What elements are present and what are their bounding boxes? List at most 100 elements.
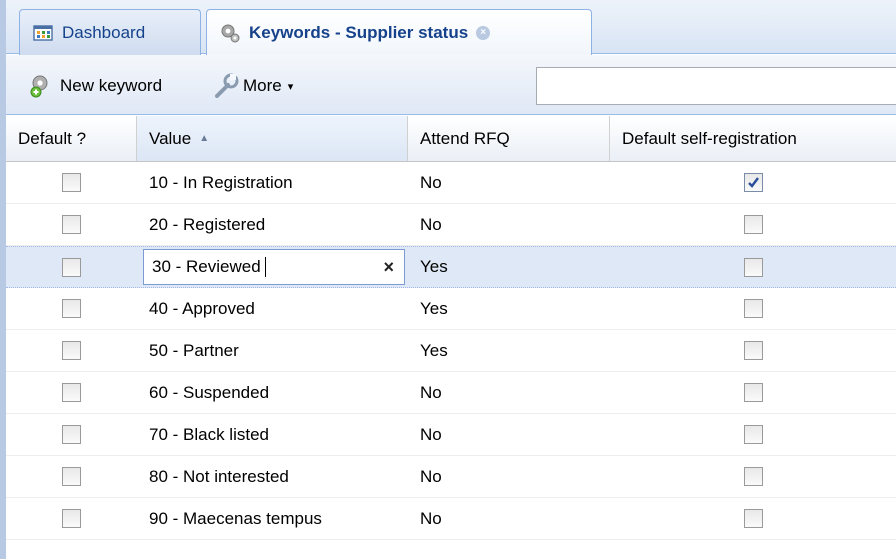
sort-ascending-icon: ▲: [199, 133, 210, 144]
attend-rfq-cell[interactable]: No: [408, 204, 610, 245]
chevron-down-icon: ▾: [287, 80, 294, 93]
attend-rfq-cell[interactable]: Yes: [408, 247, 610, 287]
app-window: Dashboard Keywords - Supplier status × N…: [0, 0, 896, 559]
value-text: 90 - Maecenas tempus: [149, 508, 322, 528]
value-text: 40 - Approved: [149, 298, 255, 318]
table-row[interactable]: 80 - Not interested No: [6, 456, 896, 498]
self-registration-checkbox[interactable]: [743, 299, 763, 318]
default-checkbox[interactable]: [62, 425, 81, 444]
default-cell: [6, 498, 137, 539]
value-cell[interactable]: 90 - Maecenas tempus: [137, 498, 408, 539]
column-header-value[interactable]: Value ▲: [137, 116, 408, 161]
default-checkbox[interactable]: [62, 299, 81, 318]
value-cell[interactable]: 70 - Black listed: [137, 414, 408, 455]
self-registration-checkbox[interactable]: [743, 257, 763, 277]
table-row[interactable]: 20 - Registered No: [6, 204, 896, 246]
text-cursor: [264, 257, 266, 278]
more-label: More: [243, 76, 282, 95]
column-header-value-label: Value: [149, 128, 192, 148]
default-checkbox[interactable]: [62, 257, 81, 277]
value-editor-input[interactable]: 30 - Reviewed ×: [143, 249, 405, 285]
value-cell[interactable]: 80 - Not interested: [137, 456, 408, 497]
self-registration-checkbox[interactable]: [743, 467, 763, 486]
tab-keywords-label: Keywords - Supplier status: [249, 22, 469, 42]
self-registration-cell: [610, 456, 896, 497]
self-registration-checkbox[interactable]: [743, 215, 763, 234]
value-cell[interactable]: 20 - Registered: [137, 204, 408, 245]
default-cell: [6, 288, 137, 329]
self-registration-cell: [610, 204, 896, 245]
self-registration-checkbox[interactable]: [743, 509, 763, 528]
default-cell: [6, 247, 137, 287]
default-checkbox[interactable]: [62, 467, 81, 486]
self-registration-checkbox[interactable]: [743, 383, 763, 402]
value-cell[interactable]: 10 - In Registration: [137, 162, 408, 203]
attend-rfq-cell[interactable]: Yes: [408, 330, 610, 371]
self-registration-checkbox[interactable]: [743, 425, 763, 444]
value-cell[interactable]: 60 - Suspended: [137, 372, 408, 413]
new-keyword-button[interactable]: New keyword: [28, 71, 162, 101]
value-editor-content: 30 - Reviewed: [152, 257, 266, 278]
keywords-grid: Default ? Value ▲ Attend RFQ Default sel…: [6, 116, 896, 540]
table-row[interactable]: 60 - Suspended No: [6, 372, 896, 414]
attend-rfq-cell[interactable]: No: [408, 372, 610, 413]
table-row[interactable]: 40 - Approved Yes: [6, 288, 896, 330]
value-cell[interactable]: 30 - Reviewed ×: [137, 247, 408, 287]
self-registration-checkbox[interactable]: [743, 341, 763, 360]
new-keyword-label: New keyword: [60, 76, 163, 95]
value-cell[interactable]: 50 - Partner: [137, 330, 408, 371]
close-tab-icon[interactable]: ×: [476, 25, 491, 40]
value-text: 80 - Not interested: [149, 466, 289, 486]
self-registration-cell: [610, 414, 896, 455]
attend-rfq-cell[interactable]: No: [408, 456, 610, 497]
table-row[interactable]: 70 - Black listed No: [6, 414, 896, 456]
self-registration-cell: [610, 498, 896, 539]
default-cell: [6, 204, 137, 245]
column-header-default[interactable]: Default ?: [6, 116, 137, 161]
value-editor-text: 30 - Reviewed: [152, 256, 261, 276]
grid-body: 10 - In Registration No 20 - Registered No 3…: [6, 162, 896, 540]
default-cell: [6, 414, 137, 455]
default-checkbox[interactable]: [62, 341, 81, 360]
self-registration-cell: [610, 372, 896, 413]
toolbar: New keyword More ▾: [6, 55, 896, 115]
default-checkbox[interactable]: [62, 215, 81, 234]
attend-rfq-cell[interactable]: Yes: [408, 288, 610, 329]
attend-rfq-cell[interactable]: No: [408, 498, 610, 539]
value-text: 10 - In Registration: [149, 172, 293, 192]
self-registration-cell: [610, 288, 896, 329]
clear-icon[interactable]: ×: [383, 257, 394, 278]
default-checkbox[interactable]: [62, 173, 81, 192]
self-registration-cell: [610, 330, 896, 371]
table-row[interactable]: 30 - Reviewed × Yes: [6, 246, 896, 288]
column-header-default-self-registration[interactable]: Default self-registration: [610, 116, 896, 161]
tab-keywords-supplier-status[interactable]: Keywords - Supplier status ×: [206, 9, 592, 55]
value-text: 50 - Partner: [149, 340, 239, 360]
default-cell: [6, 330, 137, 371]
more-menu-button[interactable]: More ▾: [211, 71, 293, 101]
grid-header: Default ? Value ▲ Attend RFQ Default sel…: [6, 116, 896, 162]
search-input[interactable]: [536, 67, 896, 105]
wrench-icon: [211, 72, 241, 100]
tab-bar: Dashboard Keywords - Supplier status ×: [6, 0, 896, 55]
value-text: 20 - Registered: [149, 214, 266, 234]
gears-add-icon: [28, 72, 58, 100]
table-row[interactable]: 50 - Partner Yes: [6, 330, 896, 372]
default-cell: [6, 162, 137, 203]
tab-dashboard-label: Dashboard: [62, 22, 146, 42]
default-cell: [6, 372, 137, 413]
table-row[interactable]: 10 - In Registration No: [6, 162, 896, 204]
default-checkbox[interactable]: [62, 383, 81, 402]
tab-dashboard[interactable]: Dashboard: [19, 9, 201, 55]
column-header-attend-rfq[interactable]: Attend RFQ: [408, 116, 610, 161]
table-row[interactable]: 90 - Maecenas tempus No: [6, 498, 896, 540]
self-registration-cell: [610, 162, 896, 203]
default-checkbox[interactable]: [62, 509, 81, 528]
attend-rfq-cell[interactable]: No: [408, 162, 610, 203]
value-text: 60 - Suspended: [149, 382, 270, 402]
attend-rfq-cell[interactable]: No: [408, 414, 610, 455]
dashboard-icon: [32, 22, 54, 44]
default-cell: [6, 456, 137, 497]
self-registration-checkbox[interactable]: [743, 173, 763, 192]
value-cell[interactable]: 40 - Approved: [137, 288, 408, 329]
